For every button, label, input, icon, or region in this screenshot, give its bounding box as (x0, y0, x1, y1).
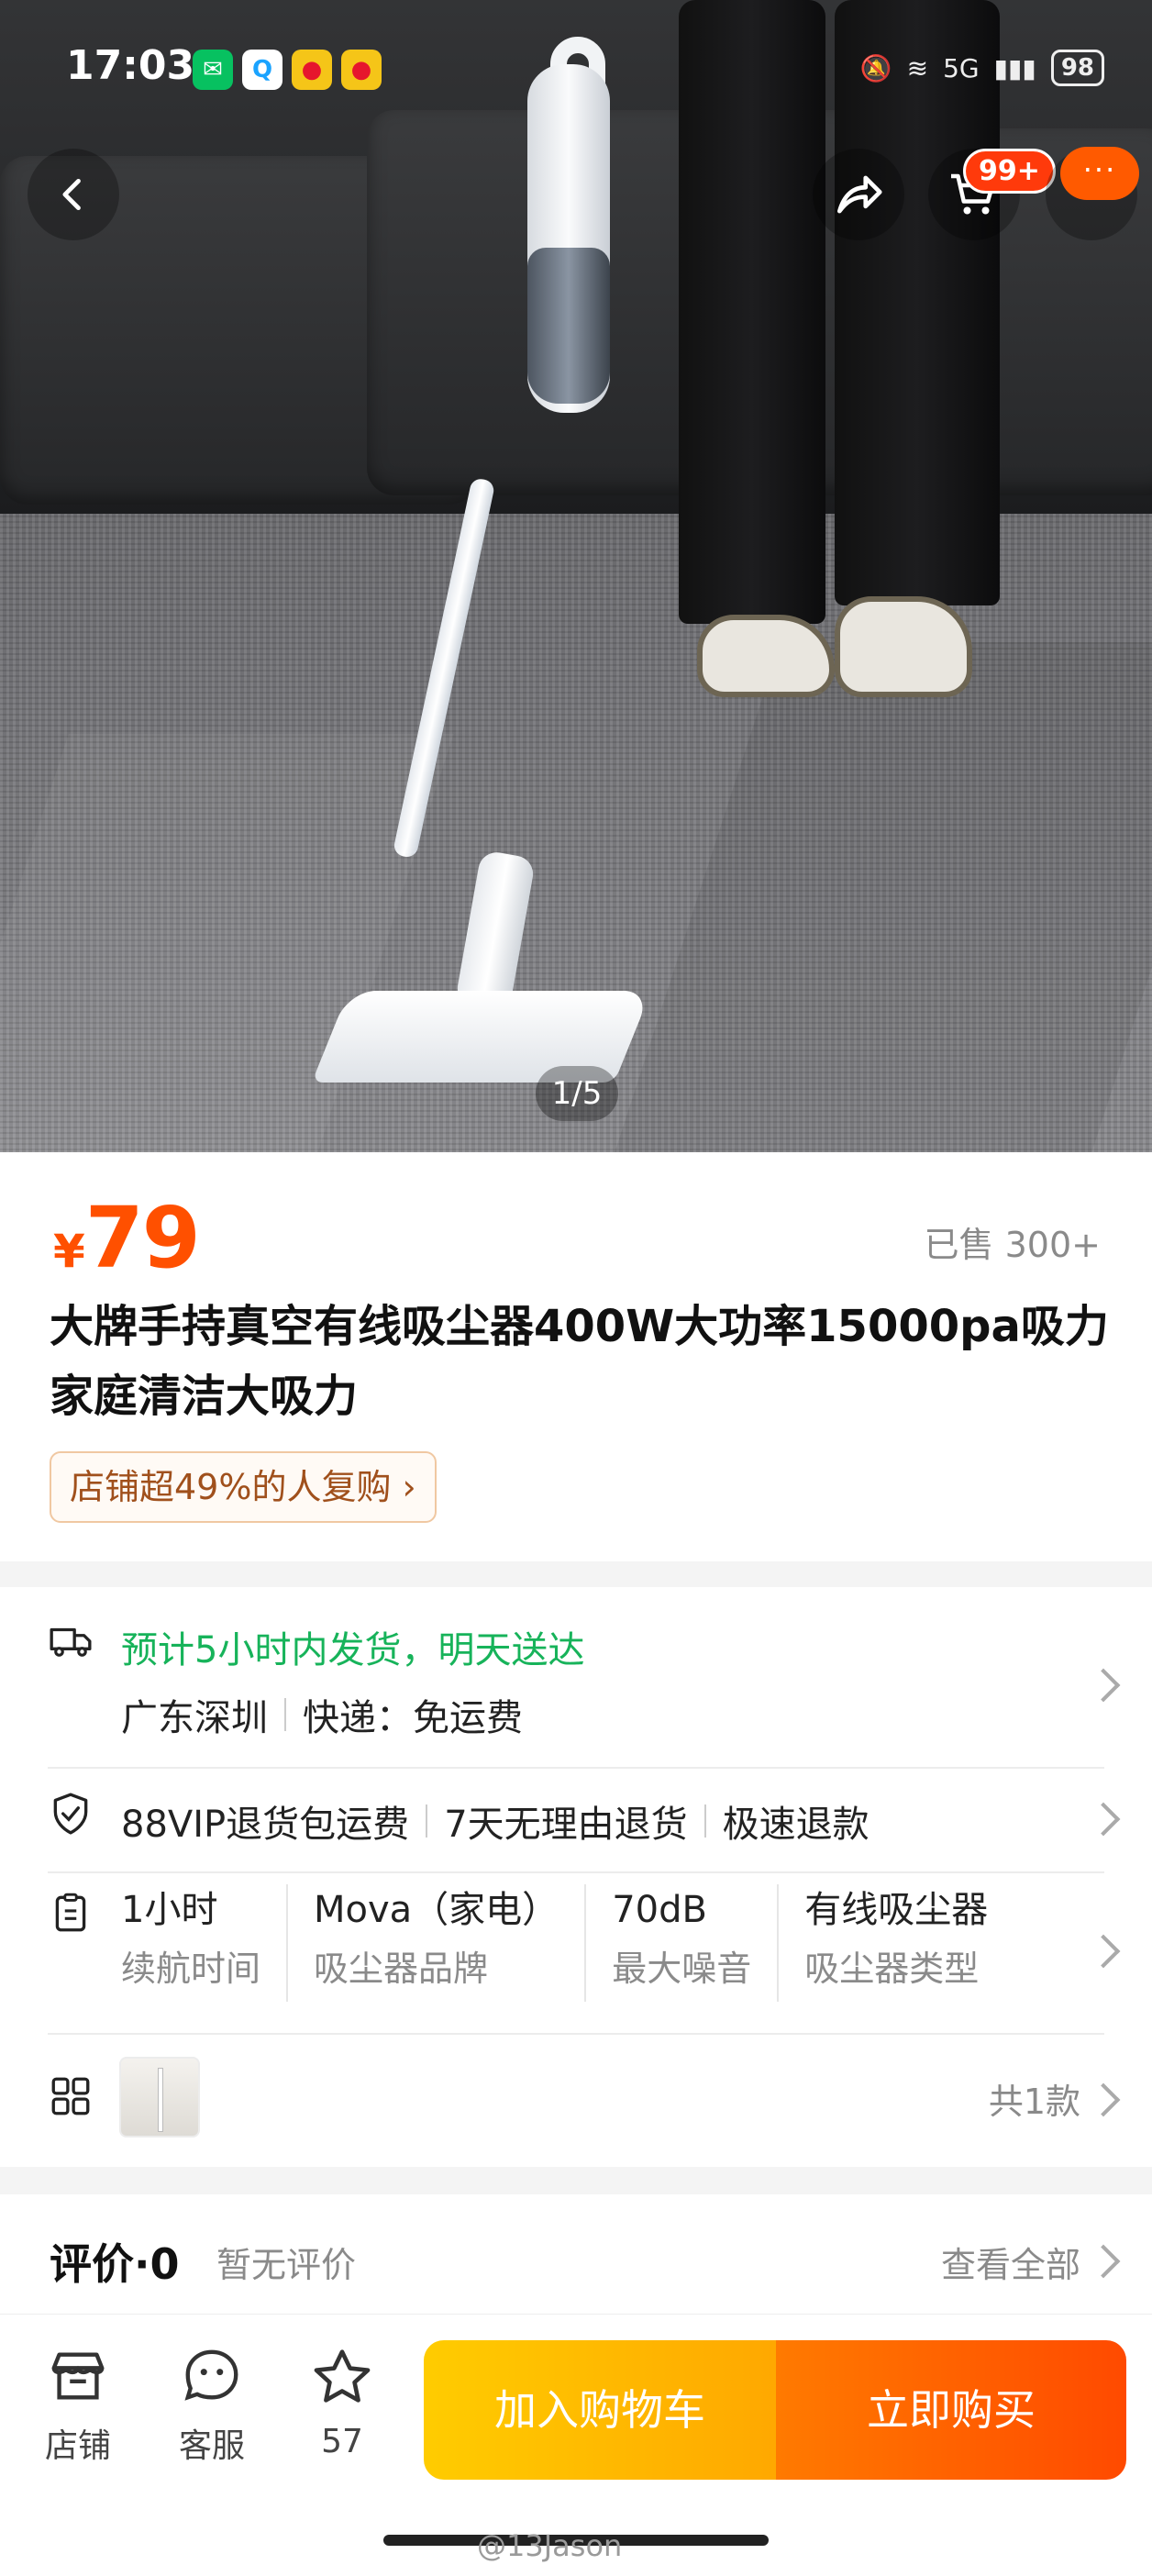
mute-icon: 🔕 (859, 52, 892, 83)
back-button[interactable] (28, 149, 119, 240)
param-key: 吸尘器类型 (804, 1949, 980, 1989)
service-list: 88VIP退货包运费 7天无理由退货 极速退款 (121, 1794, 870, 1848)
customer-service-tab[interactable]: 客服 (161, 2344, 262, 2467)
share-button[interactable] (813, 149, 904, 240)
battery-level: 98 (1060, 54, 1094, 82)
shipping-fee: 快递：免运费 (303, 1697, 523, 1739)
chevron-right-icon (1086, 1802, 1121, 1837)
cart-count-badge: 99+ (963, 149, 1056, 194)
clipboard-icon (55, 1893, 86, 1932)
vacuum-dust-bin (527, 248, 610, 404)
share-icon (837, 175, 882, 214)
view-all-reviews-link[interactable]: 查看全部 (941, 2237, 1080, 2287)
price: ¥79 (53, 1189, 201, 1287)
add-to-cart-button[interactable]: 加入购物车 (424, 2340, 776, 2480)
service-item: 极速退款 (722, 1804, 870, 1846)
param-value: 有线吸尘器 (804, 1889, 989, 1931)
more-icon[interactable]: ··· (1060, 147, 1139, 200)
shield-icon (53, 1793, 88, 1835)
signal-icon: ▮▮▮ (993, 52, 1036, 83)
sold-count: 已售 300+ (924, 1225, 1101, 1265)
battery-icon: 98 (1050, 50, 1104, 86)
param-item: 70dB 最大噪音 (612, 1884, 780, 2002)
qq-icon: Q (242, 50, 282, 90)
wechat-icon: ✉ (193, 50, 233, 90)
param-value: Mova（家电） (314, 1889, 559, 1931)
variant-thumbnail[interactable] (119, 2057, 200, 2137)
review-empty-text: 暂无评价 (216, 2245, 357, 2285)
repurchase-badge[interactable]: 店铺超49%的人复购 › (50, 1451, 437, 1523)
status-bar: 17:03 ✉ Q ● ● 🔕 ≋ 5G ▮▮▮ 98 (0, 37, 1152, 110)
network-label: 5G (943, 52, 980, 83)
chevron-right-icon (1086, 1934, 1121, 1969)
param-item: 有线吸尘器 吸尘器类型 (804, 1884, 1014, 2002)
store-label: 店铺 (44, 2427, 111, 2465)
param-key: 续航时间 (121, 1949, 261, 1989)
price-card: ¥79 已售 300+ 大牌手持真空有线吸尘器400W大功率15000pa吸力家… (0, 1152, 1152, 1561)
review-title: 评价·0 (50, 2239, 180, 2289)
info-card: 预计5小时内发货，明天送达 广东深圳 快递：免运费 88VIP退货包运费 7天无… (0, 1587, 1152, 2167)
chat-face-icon (184, 2349, 238, 2401)
price-value: 79 (84, 1189, 201, 1287)
store-icon (51, 2352, 105, 2400)
variant-count: 共1款 (988, 2082, 1080, 2122)
param-key: 吸尘器品牌 (314, 1949, 489, 1989)
customer-service-label: 客服 (178, 2427, 245, 2465)
param-list: 1小时 续航时间 Mova（家电） 吸尘器品牌 70dB 最大噪音 有线吸尘器 … (121, 1884, 1039, 2002)
param-value: 70dB (612, 1889, 707, 1931)
truck-icon (50, 1627, 92, 1657)
shipping-eta: 预计5小时内发货，明天送达 (121, 1629, 585, 1671)
shipping-detail: 广东深圳 快递：免运费 (121, 1688, 523, 1741)
param-item: Mova（家电） 吸尘器品牌 (314, 1884, 587, 2002)
watermark: @13Jason (477, 2528, 623, 2563)
gallery-pager: 1/5 (536, 1066, 618, 1121)
weibo-icon: ● (292, 50, 332, 90)
param-key: 最大噪音 (612, 1949, 752, 1989)
chevron-right-icon (1086, 2082, 1121, 2117)
service-item: 88VIP退货包运费 (121, 1804, 410, 1846)
weibo-icon: ● (341, 50, 382, 90)
product-title: 大牌手持真空有线吸尘器400W大功率15000pa吸力家庭清洁大吸力 (50, 1301, 1109, 1422)
chevron-right-icon (1086, 1668, 1121, 1703)
chevron-left-icon (62, 178, 81, 211)
service-item: 7天无理由退货 (444, 1804, 688, 1846)
store-tab[interactable]: 店铺 (28, 2344, 128, 2467)
param-item: 1小时 续航时间 (121, 1884, 289, 2002)
chevron-right-icon (1086, 2244, 1121, 2279)
favorite-count: 57 (321, 2423, 363, 2460)
param-value: 1小时 (121, 1889, 218, 1931)
star-icon (314, 2349, 371, 2403)
shipping-origin: 广东深圳 (121, 1697, 268, 1739)
wifi-icon: ≋ (906, 52, 929, 83)
currency-symbol: ¥ (53, 1225, 85, 1278)
grid-icon (51, 2077, 90, 2115)
review-section[interactable]: 评价·0 暂无评价 查看全部 (0, 2194, 1152, 2314)
status-time: 17:03 (66, 42, 195, 89)
buy-now-button[interactable]: 立即购买 (776, 2340, 1126, 2480)
favorite-tab[interactable]: 57 (292, 2344, 393, 2460)
